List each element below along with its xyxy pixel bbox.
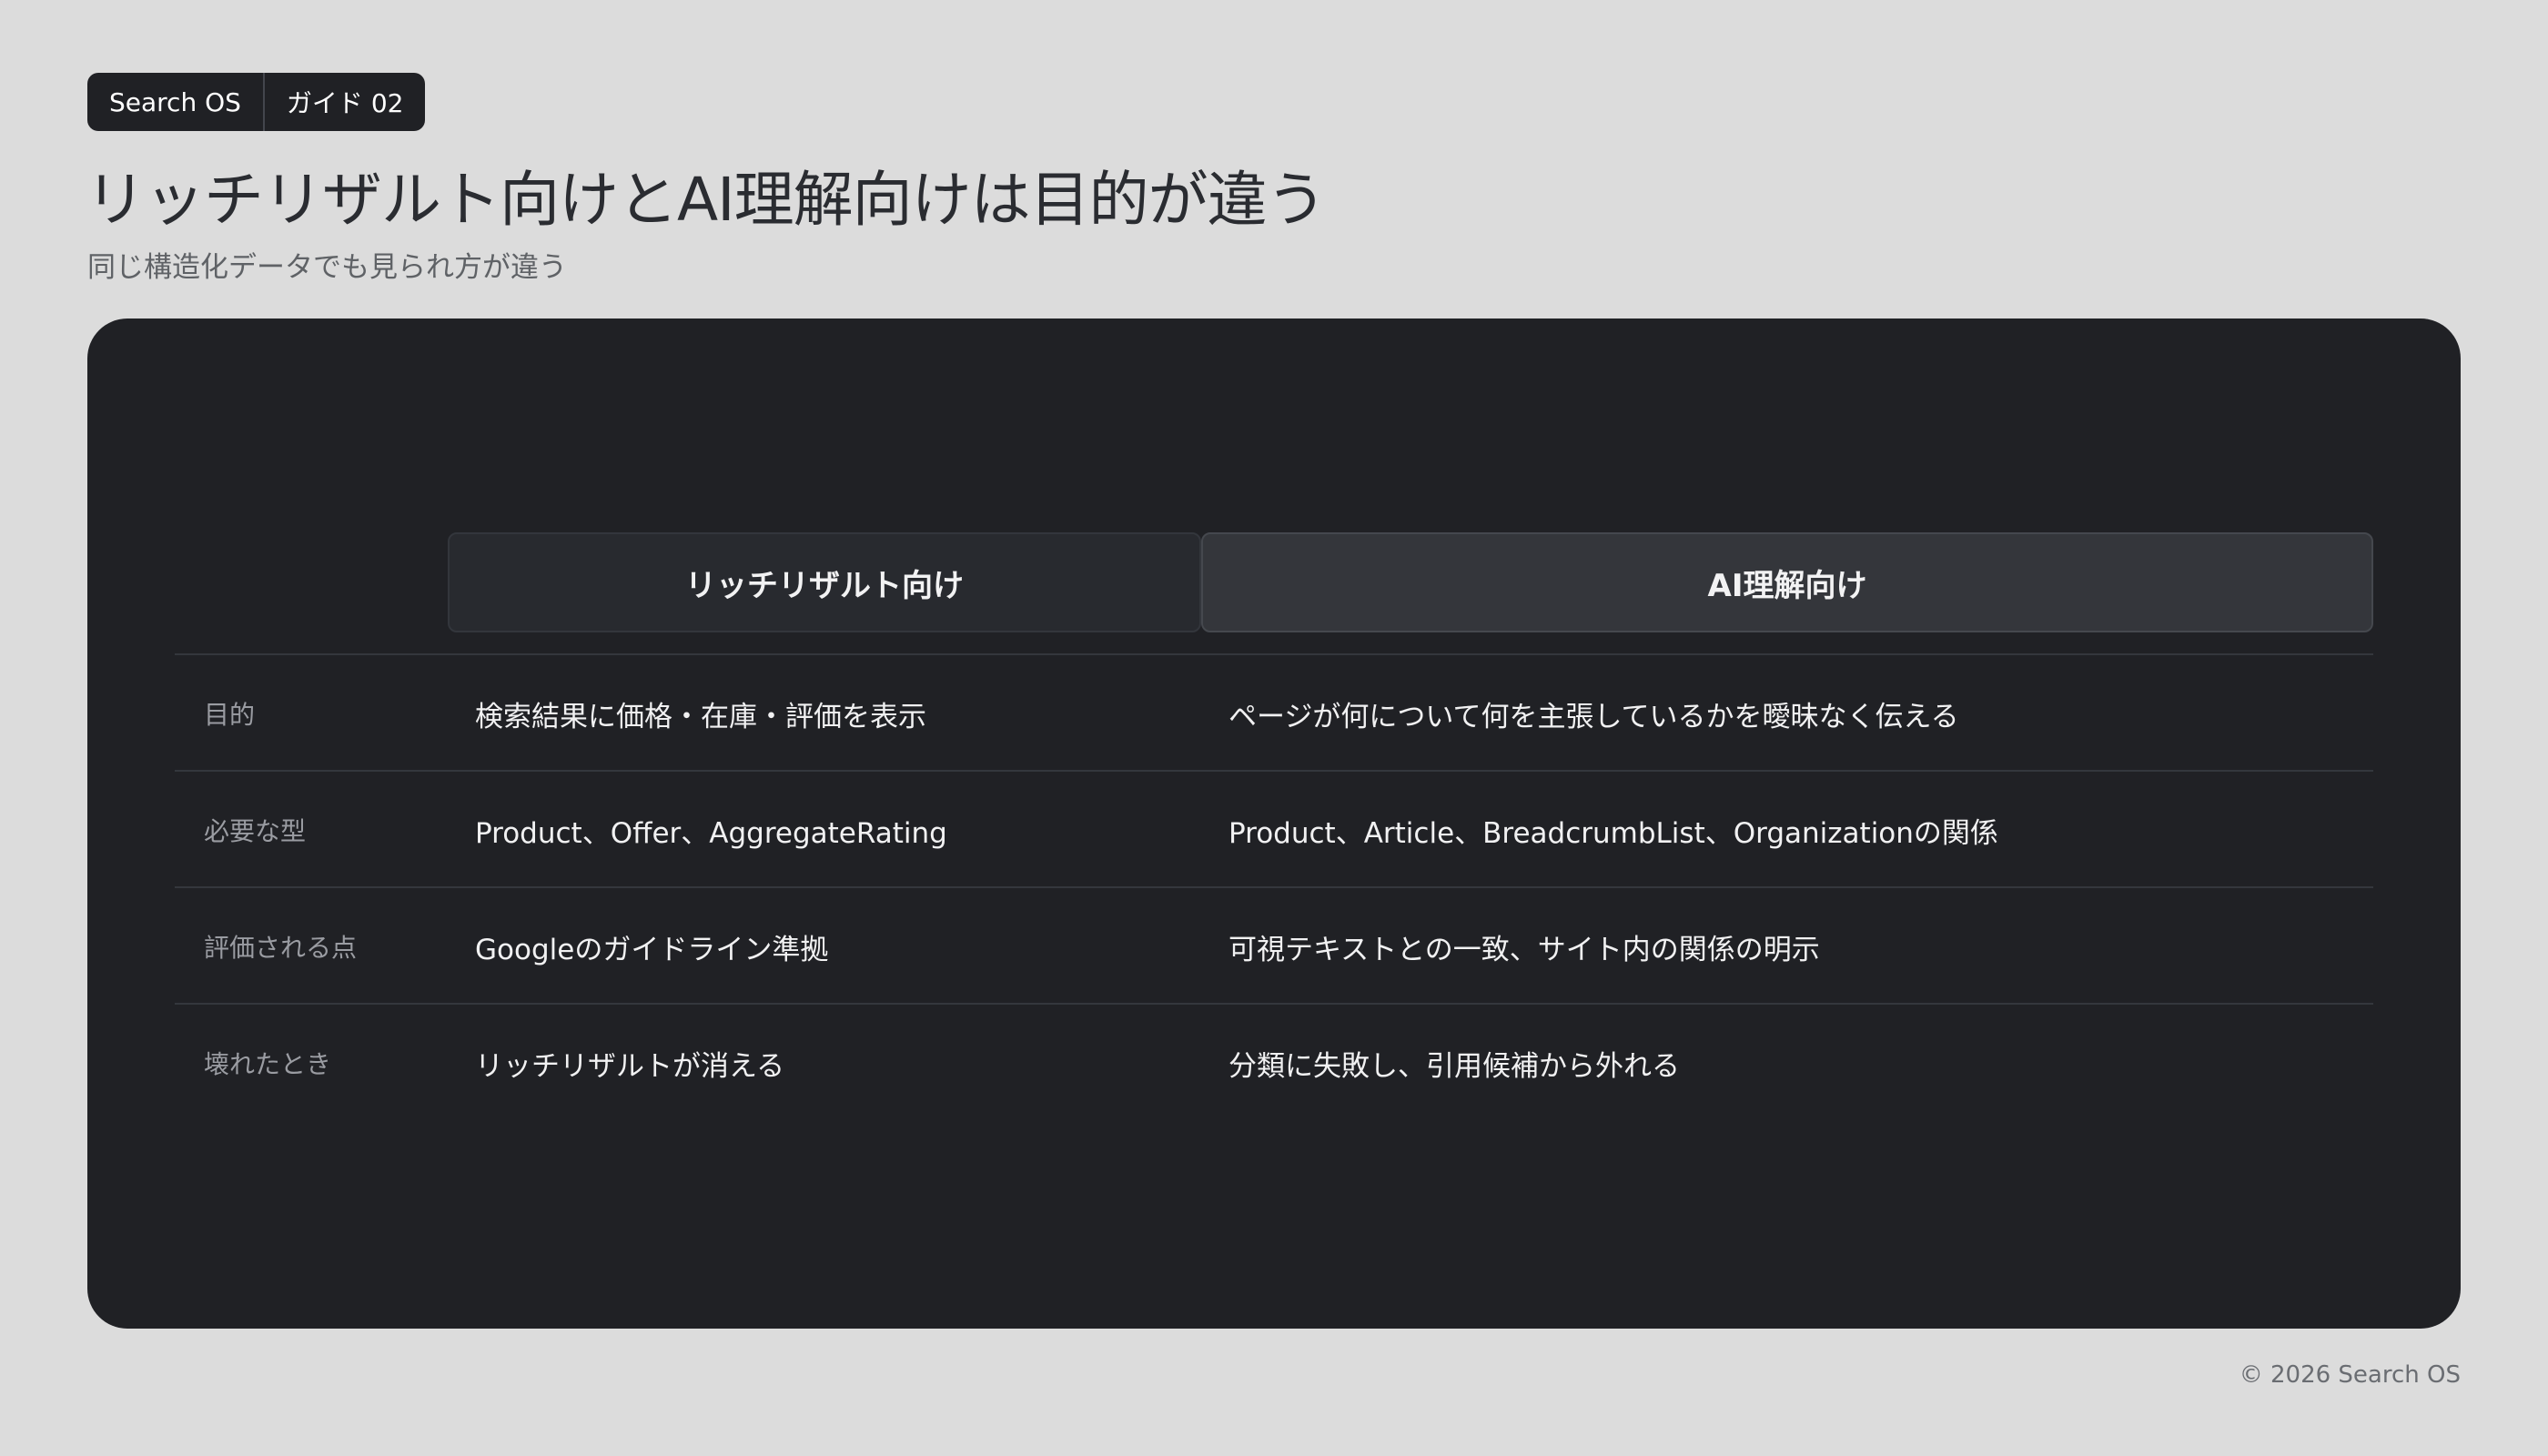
- column-header-rich-results: リッチリザルト向け: [448, 532, 1201, 632]
- table-row: 必要な型 Product、Offer、AggregateRating Produ…: [175, 770, 2373, 886]
- comparison-panel: リッチリザルト向け AI理解向け 目的 検索結果に価格・在庫・評価を表示 ページ…: [87, 318, 2461, 1329]
- row-label: 必要な型: [204, 816, 307, 846]
- table-row: 目的 検索結果に価格・在庫・評価を表示 ページが何について何を主張しているかを曖…: [175, 653, 2373, 770]
- badge-guide-number: ガイド 02: [262, 73, 426, 131]
- cell-rich-results: 検索結果に価格・在庫・評価を表示: [475, 700, 926, 733]
- page-title: リッチリザルト向けとAI理解向けは目的が違う: [86, 165, 1327, 235]
- cell-rich-results: リッチリザルトが消える: [475, 1049, 785, 1083]
- copyright-footer: © 2026 Search OS: [2239, 1361, 2461, 1389]
- row-label: 評価される点: [204, 933, 358, 963]
- badge-brand: Search OS: [109, 86, 241, 117]
- cell-ai-understanding: ページが何について何を主張しているかを曖昧なく伝える: [1228, 700, 1959, 733]
- cell-ai-understanding: 分類に失敗し、引用候補から外れる: [1228, 1049, 1680, 1083]
- cell-ai-understanding: Product、Article、BreadcrumbList、Organizat…: [1228, 816, 1998, 850]
- cell-rich-results: Googleのガイドライン準拠: [475, 933, 829, 966]
- row-label: 目的: [204, 700, 256, 730]
- column-header-ai-understanding: AI理解向け: [1201, 532, 2373, 632]
- breadcrumb-badge: Search OS ガイド 02: [87, 73, 426, 131]
- table-row: 評価される点 Googleのガイドライン準拠 可視テキストとの一致、サイト内の関…: [175, 886, 2373, 1003]
- cell-ai-understanding: 可視テキストとの一致、サイト内の関係の明示: [1228, 933, 1820, 966]
- page-subtitle: 同じ構造化データでも見られ方が違う: [87, 251, 567, 284]
- row-label: 壊れたとき: [204, 1049, 332, 1079]
- slide: Search OS ガイド 02 リッチリザルト向けとAI理解向けは目的が違う …: [0, 0, 2548, 1456]
- table-row: 壊れたとき リッチリザルトが消える 分類に失敗し、引用候補から外れる: [175, 1003, 2373, 1119]
- cell-rich-results: Product、Offer、AggregateRating: [475, 816, 947, 850]
